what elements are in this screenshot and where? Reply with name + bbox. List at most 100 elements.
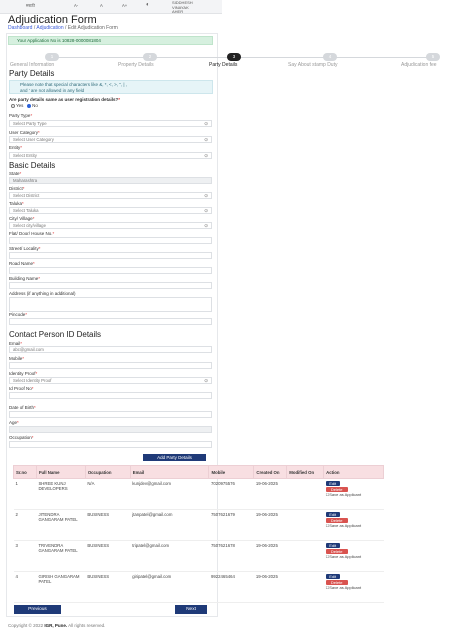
entity-label: Entity* [9,145,23,150]
identity-proof-label: Identity Proof* [9,371,38,376]
font-decrease-button[interactable]: A- [74,3,78,8]
building-label: Building Name* [9,276,41,281]
step-3[interactable]: 3 [227,53,241,61]
table-row: 2 JITENDRA GANGARAM PATEL BUSINESS jtanp… [13,509,384,541]
contact-details-heading: Contact Person ID Details [9,330,102,339]
id-proof-no-label: Id Proof No* [9,386,34,391]
language-toggle[interactable]: मराठी [26,3,35,9]
same-details-question: Are party details same as user registrat… [9,97,121,102]
street-input[interactable] [9,252,212,259]
cell-name: JITENDRA GANGARAM PATEL [36,509,86,541]
breadcrumb-current: Edit Adjudication Form [67,25,118,31]
column-header: Full Name [35,465,86,479]
column-header: Occupation [84,465,131,479]
cell-sr: 3 [13,540,37,572]
cell-name: TRIVENDRA GANGARAM PATEL [36,540,86,572]
cell-action: Edit Delete ☐Save as Applicant [323,509,384,541]
breadcrumb: Dashboard / Adjudication / Edit Adjudica… [8,25,118,31]
email-input[interactable]: abc@gmail.com [9,346,212,353]
step-1-label: General Information [10,62,55,68]
step-3-label: Party Details [209,62,238,68]
basic-details-heading: Basic Details [9,161,56,170]
chevron-down-icon: ⊙ [204,153,208,158]
previous-button[interactable]: Previous [14,605,61,614]
cell-modified [286,478,324,510]
edit-button[interactable]: Edit [325,574,340,579]
step-2[interactable]: 2 [143,53,157,61]
flat-input[interactable] [9,237,212,244]
column-header: Mobile [208,465,255,479]
dob-input[interactable] [9,411,212,418]
district-select[interactable]: Select District ⊙ [9,192,212,199]
city-select[interactable]: Select city/village ⊙ [9,222,212,229]
column-header: Modified On [286,465,325,479]
address-textarea[interactable] [9,297,212,312]
cell-name: SHREE KUNJ DEVELOPERS [36,478,86,510]
user-name[interactable]: SIDDHESH VINAYAK AHER [172,0,193,15]
mobile-input[interactable] [9,362,212,369]
user-category-select[interactable]: Select User Category ⊙ [9,136,212,143]
age-field [9,426,212,433]
cell-modified [286,540,324,572]
cell-email: giripatel@gmail.com [130,571,209,603]
column-header: Sr.no [13,465,37,479]
theme-toggle-icon[interactable]: ◐ [146,2,150,8]
radio-no[interactable] [27,103,32,108]
save-as-applicant-checkbox[interactable]: ☐Save as Applicant [326,554,382,559]
party-table: Sr.no Full Name Occupation Email Mobile … [13,465,384,603]
step-1[interactable]: 1 [45,53,59,61]
road-input[interactable] [9,267,212,274]
save-as-applicant-checkbox[interactable]: ☐Save as Applicant [326,492,382,497]
cell-created: 19-06-2025 [253,540,287,572]
cell-mobile: 9922465464 [208,571,254,603]
cell-email: jtanpatel@gmail.com [130,509,209,541]
taluka-select[interactable]: Select Taluka ⊙ [9,207,212,214]
cell-action: Edit Delete ☐Save as Applicant [323,571,384,603]
dob-label: Date of Birth* [9,405,36,410]
cell-modified [286,509,324,541]
mobile-label: Mobile* [9,356,25,361]
save-as-applicant-checkbox[interactable]: ☐Save as Applicant [326,585,382,590]
step-4[interactable]: 4 [323,53,337,61]
party-type-select[interactable]: Select Party Type ⊙ [9,120,212,127]
save-as-applicant-checkbox[interactable]: ☐Save as Applicant [326,523,382,528]
cell-email: kunjdev@gmail.com [130,478,209,510]
entity-select[interactable]: Select Entity ⊙ [9,152,212,159]
flat-label: Flat/ Door/ House No.* [9,231,55,236]
radio-yes[interactable] [11,103,15,108]
city-label: City/ Village* [9,216,35,221]
pincode-input[interactable] [9,318,212,325]
edit-button[interactable]: Edit [325,481,340,486]
cell-occupation: BUSINESS [85,509,131,541]
building-input[interactable] [9,282,212,289]
step-5-label: Adjudication fee [401,62,437,68]
state-field: Maharashtra [9,177,212,184]
font-increase-button[interactable]: A+ [122,3,127,8]
road-label: Road Name* [9,261,35,266]
same-details-radio-group: Yes No [11,103,38,108]
edit-button[interactable]: Edit [325,543,340,548]
cell-occupation: BUSINESS [85,540,131,572]
font-normal-button[interactable]: A [100,3,103,8]
cell-mobile: 7507621678 [208,540,254,572]
party-type-label: Party Type* [9,113,33,118]
step-4-label: Say About stamp Duty [288,62,338,68]
cell-occupation: N/A [85,478,131,510]
edit-button[interactable]: Edit [325,512,340,517]
step-5[interactable]: 5 [426,53,440,61]
cell-action: Edit Delete ☐Save as Applicant [323,478,384,510]
next-button[interactable]: Next [175,605,207,614]
footer-org-link[interactable]: IGR, Pune. [44,623,67,628]
taluka-label: Taluka* [9,201,24,206]
breadcrumb-dashboard[interactable]: Dashboard [8,25,32,31]
add-party-details-button[interactable]: Add Party Details [143,454,206,461]
breadcrumb-adjudication[interactable]: Adjudication [36,25,63,31]
cell-sr: 1 [13,478,37,510]
pincode-label: Pincode* [9,312,28,317]
table-row: 4 GIRISH GANGARAM PATEL BUSINESS giripat… [13,571,384,603]
cell-mobile: 7507621679 [208,509,254,541]
occupation-input[interactable] [9,441,212,448]
identity-proof-select[interactable]: Select Identity Proof ⊙ [9,377,212,384]
cell-name: GIRISH GANGARAM PATEL [36,571,86,603]
id-proof-no-input[interactable] [9,392,212,399]
